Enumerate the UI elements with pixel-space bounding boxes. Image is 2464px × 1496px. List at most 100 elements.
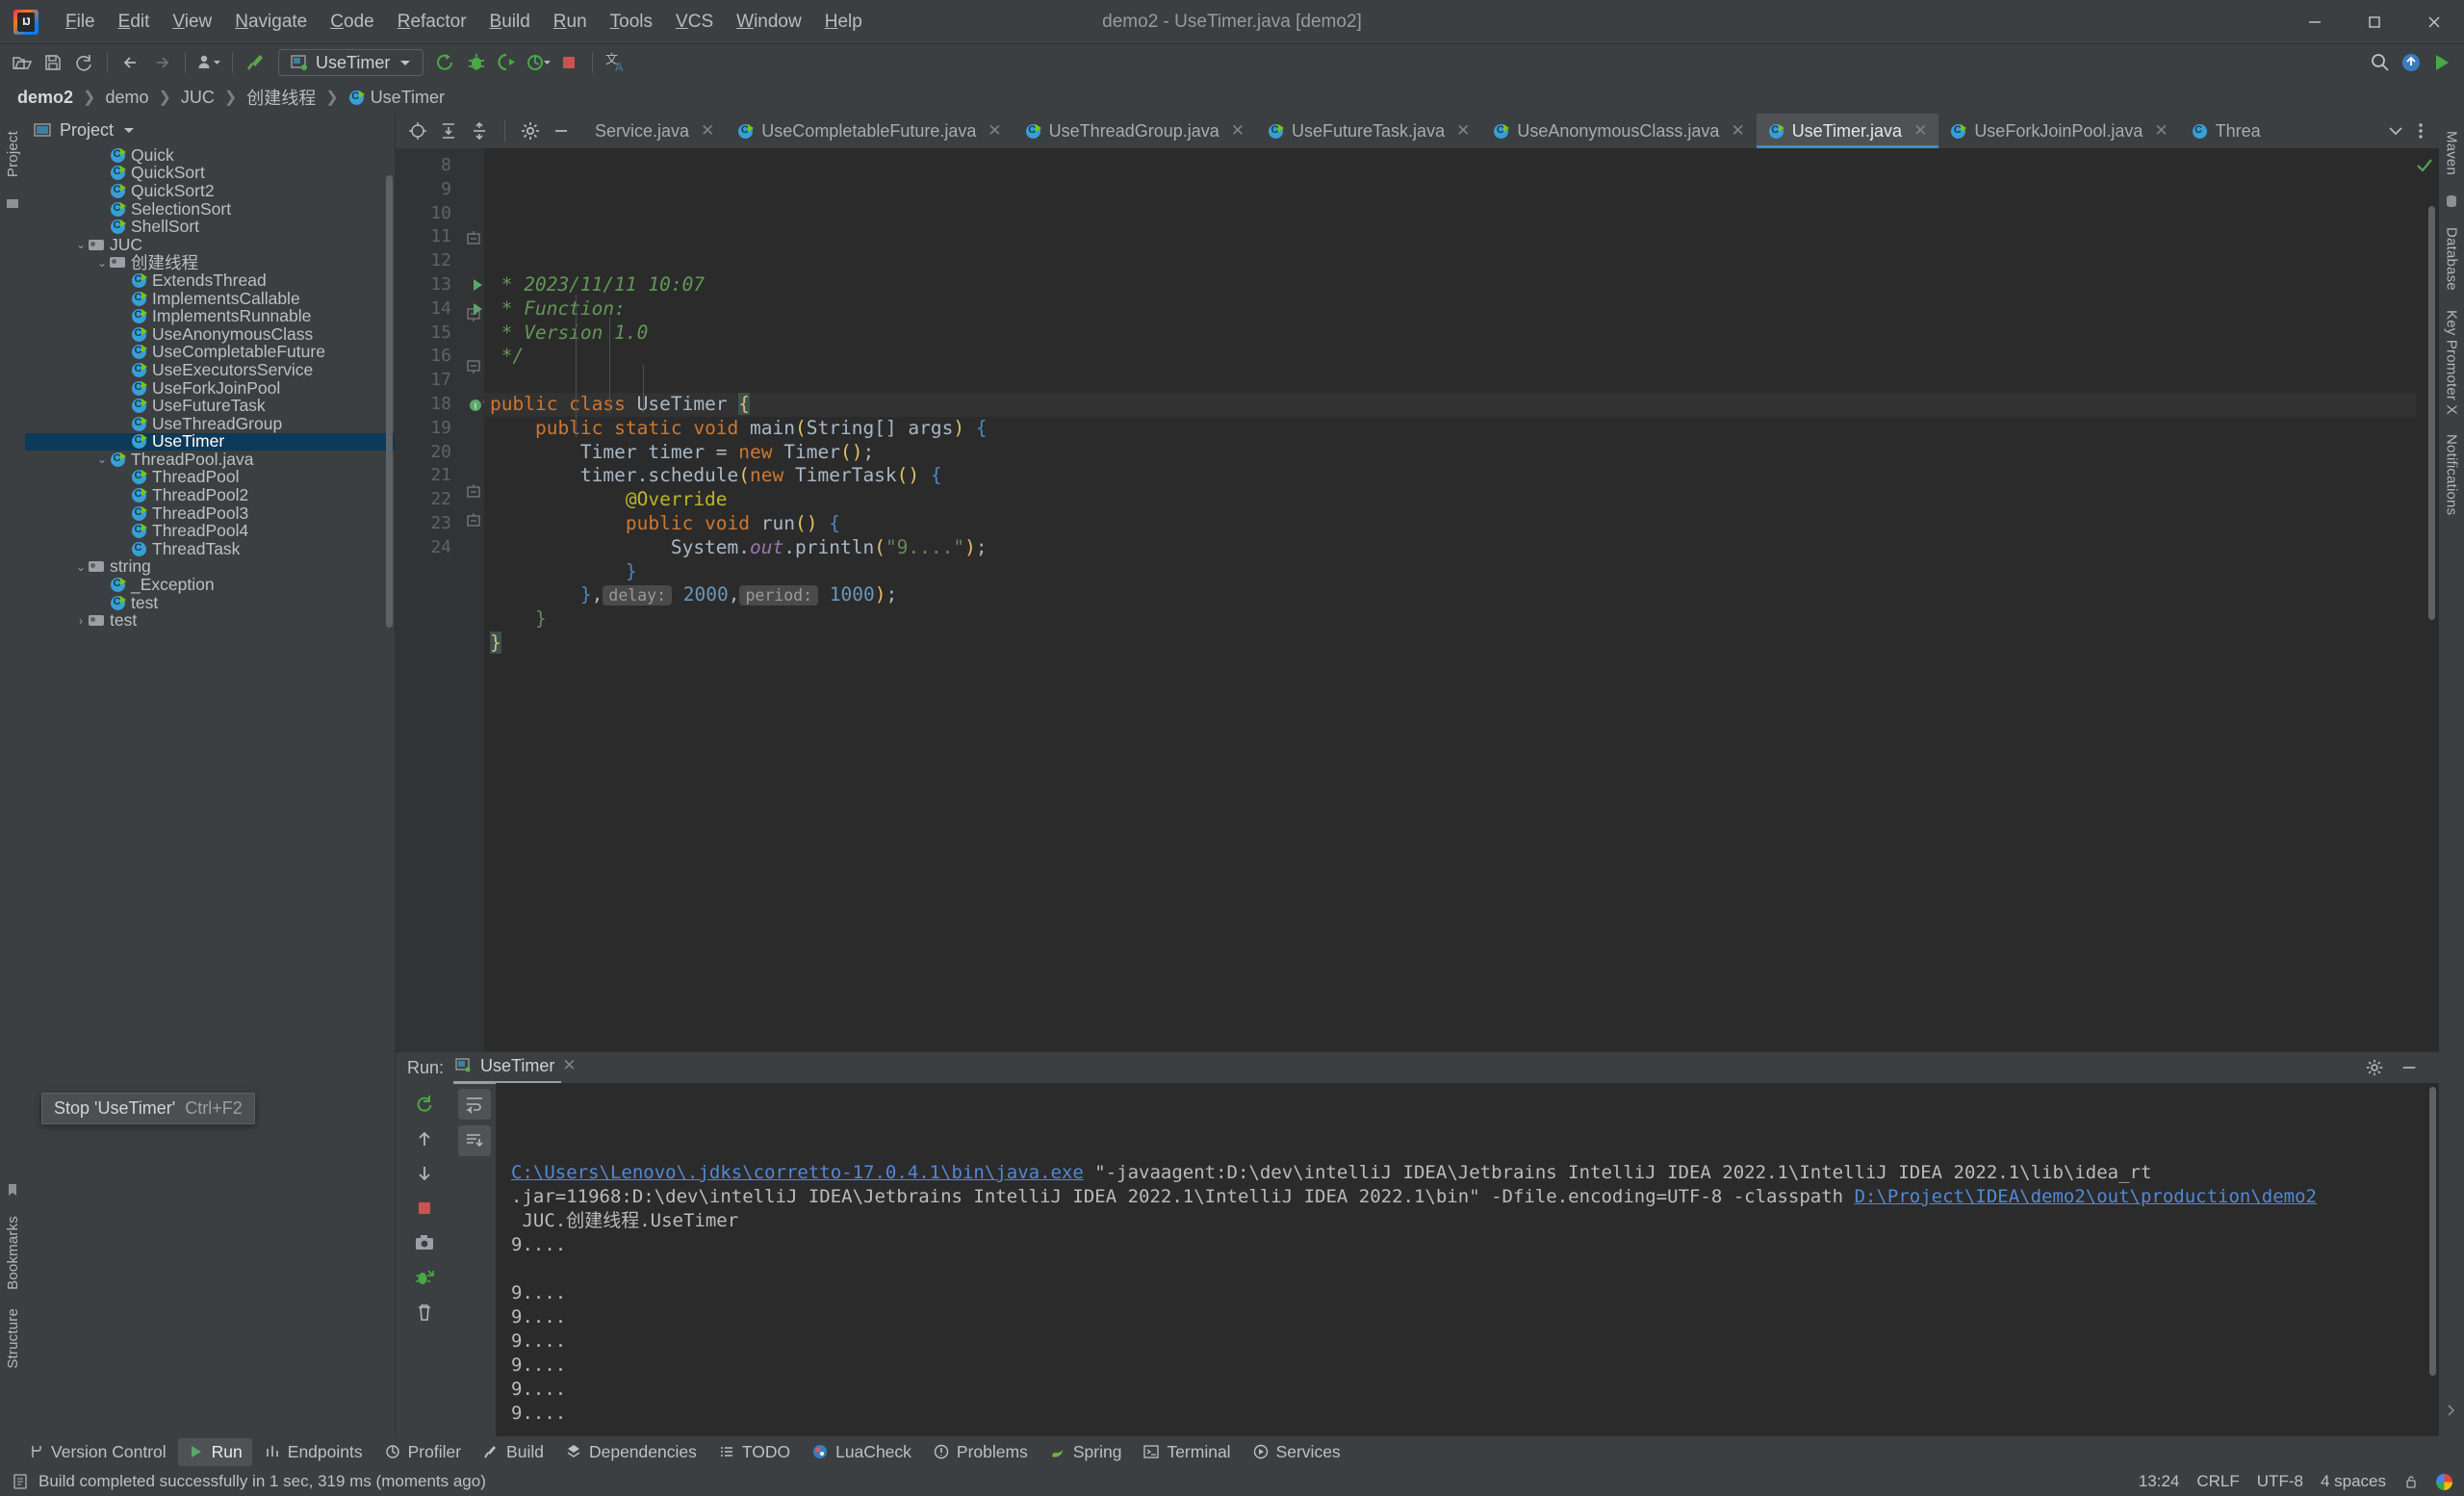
editor-tab-useanonymousclass-java[interactable]: UseAnonymousClass.java ✕ [1481, 114, 1756, 148]
editor-tab-usefuturetask-java[interactable]: UseFutureTask.java ✕ [1256, 114, 1481, 148]
scroll-up-icon[interactable] [408, 1123, 441, 1154]
editor-fold-column[interactable] [463, 148, 484, 1051]
strip-item-maven[interactable]: Maven [2444, 121, 2460, 185]
tree-item[interactable]: test [25, 593, 395, 612]
tree-item[interactable]: UseTimer [25, 431, 395, 451]
fold-marker-slot[interactable] [463, 359, 484, 383]
code-line[interactable]: } [484, 560, 2416, 584]
tree-item[interactable]: › test [25, 610, 395, 630]
code-line[interactable] [484, 369, 2416, 393]
tool-window-button-spring[interactable]: Spring [1040, 1438, 1132, 1466]
code-line[interactable]: * Function: [484, 297, 2416, 322]
tree-item[interactable]: ThreadPool2 [25, 485, 395, 504]
status-line-separator[interactable]: CRLF [2196, 1472, 2239, 1491]
tool-window-button-todo[interactable]: TODO [708, 1438, 800, 1466]
code-line[interactable]: @Override [484, 488, 2416, 512]
breadcrumb-item-0[interactable]: demo2 [12, 86, 79, 110]
close-icon[interactable]: ✕ [2154, 121, 2168, 141]
strip-item-notifications[interactable]: Notifications [2444, 425, 2460, 525]
code-line[interactable]: }, delay: 2000, period: 1000); [484, 583, 2416, 607]
search-everywhere-icon[interactable] [2366, 48, 2395, 77]
console-scrollbar[interactable] [2429, 1087, 2436, 1376]
menu-item-window[interactable]: Window [725, 7, 813, 37]
tree-item[interactable]: Quick [25, 146, 395, 165]
tree-item[interactable]: ThreadPool4 [25, 521, 395, 540]
close-icon[interactable]: ✕ [701, 121, 714, 141]
editor-tab-useforkjoinpool-java[interactable]: UseForkJoinPool.java ✕ [1938, 114, 2179, 148]
locate-icon[interactable] [405, 118, 430, 143]
project-dropdown-icon[interactable] [121, 122, 137, 138]
close-icon[interactable]: ✕ [562, 1056, 576, 1075]
fold-marker-slot[interactable] [463, 307, 484, 331]
console-link[interactable]: C:\Users\Lenovo\.jdks\corretto-17.0.4.1\… [511, 1162, 1084, 1183]
tool-window-button-build[interactable]: Build [473, 1438, 553, 1466]
tool-window-button-luacheck[interactable]: LuaCheck [802, 1438, 921, 1466]
tree-item[interactable]: ShellSort [25, 217, 395, 236]
run-with-coverage-icon[interactable] [493, 48, 522, 77]
menu-item-edit[interactable]: Edit [107, 7, 162, 37]
chevron-down-icon[interactable]: ⌄ [94, 452, 110, 466]
close-icon[interactable]: ✕ [1231, 121, 1245, 141]
close-icon[interactable]: ✕ [1913, 121, 1927, 141]
menu-item-view[interactable]: View [161, 7, 223, 37]
menu-item-run[interactable]: Run [542, 7, 599, 37]
menu-item-file[interactable]: File [54, 7, 107, 37]
code-line[interactable]: } [484, 607, 2416, 632]
editor-tab-threa[interactable]: Threa [2180, 114, 2272, 148]
code-line[interactable]: */ [484, 345, 2416, 369]
tree-item[interactable]: ⌄ThreadPool.java [25, 450, 395, 469]
code-line[interactable]: public void run() { [484, 512, 2416, 536]
open-folder-icon[interactable] [8, 48, 37, 77]
tool-window-button-services[interactable]: Services [1243, 1438, 1350, 1466]
chevron-down-icon[interactable] [2385, 120, 2406, 142]
code-line[interactable] [484, 656, 2416, 680]
code-line[interactable]: * 2023/11/11 10:07 [484, 273, 2416, 297]
tree-item[interactable]: _Exception [25, 575, 395, 594]
close-icon[interactable]: ✕ [1456, 121, 1470, 141]
profile-run-icon[interactable] [524, 48, 552, 77]
code-line[interactable]: System.out.println("9...."); [484, 536, 2416, 560]
debug-icon[interactable] [462, 48, 491, 77]
status-indent[interactable]: 4 spaces [2321, 1472, 2386, 1491]
run-minimize-icon[interactable] [2397, 1055, 2422, 1080]
code-line[interactable]: public class UseTimer { [484, 392, 2416, 417]
tree-item[interactable]: UseForkJoinPool [25, 378, 395, 398]
menu-item-build[interactable]: Build [478, 7, 542, 37]
menu-item-refactor[interactable]: Refactor [386, 7, 478, 37]
editor-tab-service-java[interactable]: Service.java ✕ [583, 114, 726, 148]
menu-item-help[interactable]: Help [813, 7, 874, 37]
expand-all-icon[interactable] [436, 118, 461, 143]
tree-item[interactable]: ExtendsThread [25, 271, 395, 290]
tree-item[interactable]: UseThreadGroup [25, 414, 395, 433]
lock-icon[interactable] [2403, 1474, 2419, 1489]
tool-window-button-profiler[interactable]: Profiler [374, 1438, 471, 1466]
chevron-down-icon[interactable]: ⌄ [94, 256, 110, 270]
tree-item[interactable]: ThreadTask [25, 539, 395, 558]
strip-item-key-promoter[interactable]: Key Promoter X [2444, 300, 2460, 425]
minimize-button[interactable] [2285, 0, 2345, 44]
editor-tab-usecompletablefuture-java[interactable]: UseCompletableFuture.java ✕ [726, 114, 1013, 148]
code-line[interactable]: public static void main(String[] args) { [484, 417, 2416, 441]
tree-item[interactable]: SelectionSort [25, 199, 395, 219]
tool-window-button-dependencies[interactable]: Dependencies [555, 1438, 706, 1466]
strip-item-structure[interactable]: Structure [5, 1299, 21, 1379]
tree-item[interactable]: ImplementsCallable [25, 289, 395, 308]
stop-icon[interactable] [554, 48, 583, 77]
editor-gutter[interactable]: 8 9 10 11 12 13 14 15 16 17 18 I 19 20 21 22 23 24 [396, 148, 490, 1051]
build-hammer-icon[interactable] [242, 48, 270, 77]
screenshot-icon[interactable] [408, 1227, 441, 1258]
hide-icon[interactable] [549, 118, 574, 143]
sync-icon[interactable] [69, 48, 98, 77]
project-tree-scrollbar[interactable] [386, 175, 393, 628]
translate-icon[interactable]: 文A [602, 48, 630, 77]
chrome-icon[interactable] [2436, 1473, 2452, 1490]
editor-scrollbar[interactable] [2428, 206, 2435, 620]
code-line[interactable]: Timer timer = new Timer(); [484, 441, 2416, 465]
tree-item[interactable]: ThreadPool3 [25, 503, 395, 523]
project-tree[interactable]: QuickQuickSortQuickSort2SelectionSortShe… [25, 146, 395, 1436]
code-line[interactable]: } [484, 631, 2416, 656]
scroll-down-icon[interactable] [408, 1158, 441, 1189]
tool-window-button-endpoints[interactable]: Endpoints [254, 1438, 372, 1466]
console-output[interactable]: C:\Users\Lenovo\.jdks\corretto-17.0.4.1\… [496, 1083, 2439, 1436]
menu-item-code[interactable]: Code [319, 7, 385, 37]
